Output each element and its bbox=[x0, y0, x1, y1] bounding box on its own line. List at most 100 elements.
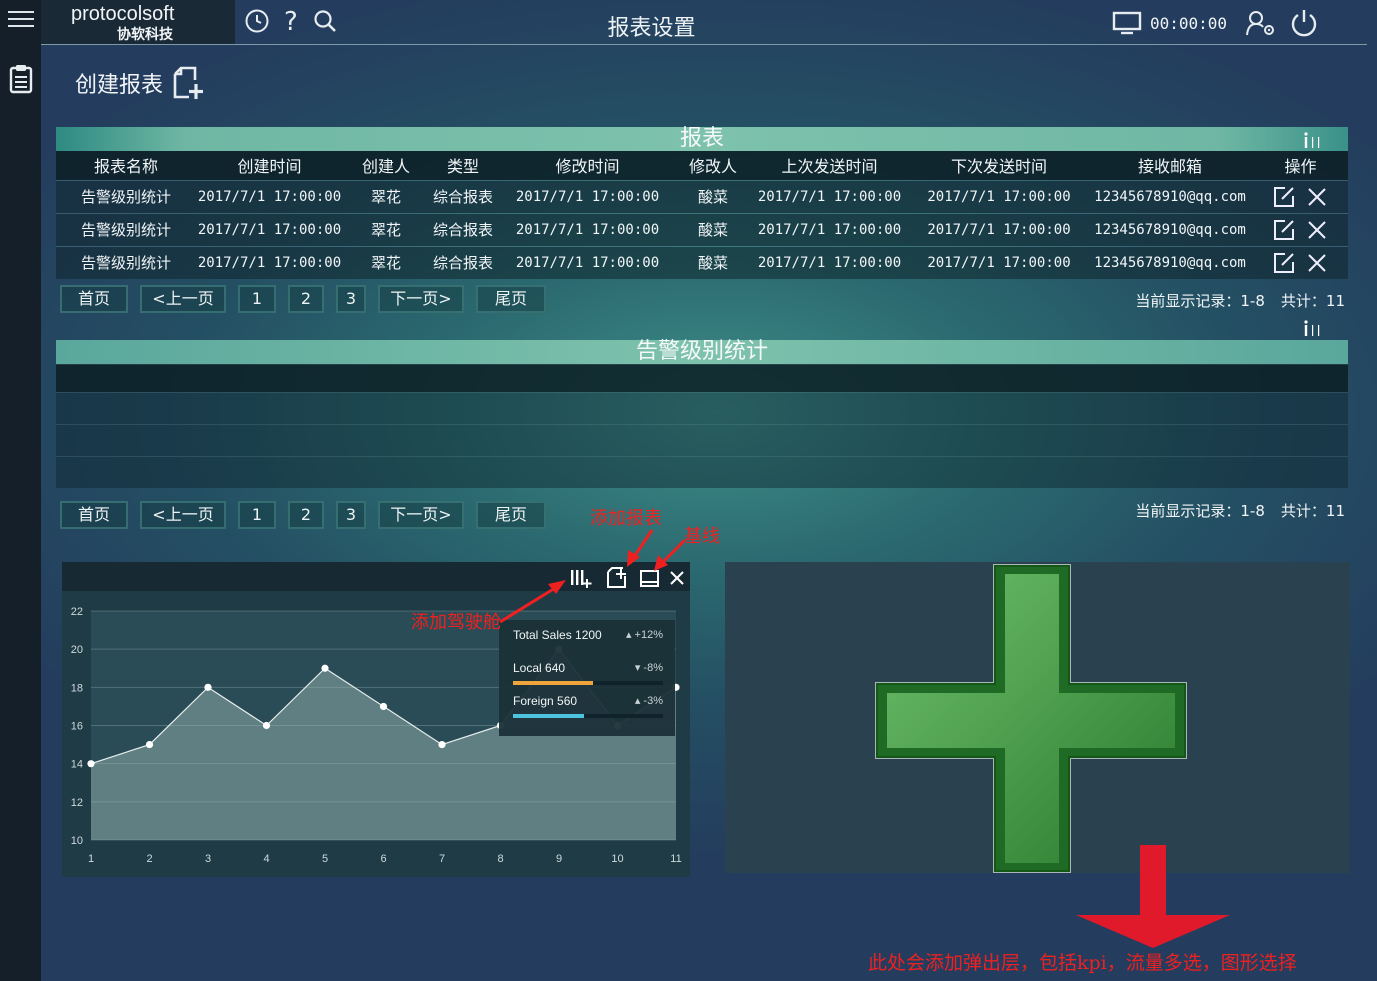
page-1-button[interactable]: 1 bbox=[238, 285, 276, 313]
total-records: 共计：11 bbox=[1280, 292, 1345, 310]
x-tick-label: 3 bbox=[205, 853, 211, 865]
edit-icon[interactable] bbox=[1273, 219, 1295, 241]
power-icon[interactable] bbox=[1289, 8, 1319, 38]
edit-icon[interactable] bbox=[1273, 252, 1295, 274]
user-settings-icon[interactable] bbox=[1245, 9, 1277, 37]
cell-actions bbox=[1253, 179, 1348, 213]
col-modified-time[interactable]: 修改时间 bbox=[497, 151, 678, 180]
cell-email: 12345678910@qq.com bbox=[1087, 179, 1253, 213]
tooltip-bar-fill bbox=[513, 714, 584, 718]
app-title: 报表设置 bbox=[607, 16, 696, 41]
col-type[interactable]: 类型 bbox=[429, 151, 497, 180]
x-tick-label: 7 bbox=[439, 853, 445, 865]
cell-last-sent: 2017/7/1 17:00:00 bbox=[748, 245, 911, 279]
prev-page-button[interactable]: <上一页 bbox=[140, 501, 226, 529]
page-3-button[interactable]: 3 bbox=[336, 285, 366, 313]
data-point bbox=[204, 683, 212, 691]
col-created-time[interactable]: 创建时间 bbox=[196, 151, 343, 180]
tooltip-bar-fill bbox=[513, 681, 593, 685]
table-row[interactable]: 告警级别统计 2017/7/1 17:00:00 翠花 综合报表 2017/7/… bbox=[56, 212, 1348, 246]
page-2-button[interactable]: 2 bbox=[288, 501, 324, 529]
data-point bbox=[321, 664, 329, 672]
column-settings-icon[interactable] bbox=[1304, 132, 1322, 148]
tooltip-row: Foreign 560 ▴ -3% bbox=[513, 692, 663, 722]
current-records: 当前显示记录：1-8 bbox=[1135, 502, 1265, 520]
record-info: 当前显示记录：1-8 共计：11 bbox=[1119, 500, 1345, 521]
page-2-button[interactable]: 2 bbox=[288, 285, 324, 313]
cell-email: 12345678910@qq.com bbox=[1087, 212, 1253, 246]
edit-icon[interactable] bbox=[1273, 186, 1295, 208]
first-page-button[interactable]: 首页 bbox=[60, 501, 128, 529]
col-report-name[interactable]: 报表名称 bbox=[56, 151, 196, 180]
last-page-button[interactable]: 尾页 bbox=[476, 501, 546, 529]
x-tick-label: 10 bbox=[611, 853, 623, 865]
add-widget-placeholder[interactable] bbox=[725, 562, 1350, 873]
data-point bbox=[438, 740, 446, 749]
y-tick-label: 20 bbox=[71, 644, 83, 656]
delete-icon[interactable] bbox=[1306, 252, 1328, 274]
chart-toolbar bbox=[62, 562, 690, 591]
next-page-button[interactable]: 下一页> bbox=[378, 285, 464, 313]
cell-creator: 翠花 bbox=[343, 245, 429, 279]
tooltip-label: Local 640 bbox=[513, 661, 566, 675]
y-tick-label: 18 bbox=[71, 682, 83, 694]
table-row[interactable] bbox=[56, 392, 1348, 424]
column-settings-icon[interactable] bbox=[1304, 320, 1322, 336]
alarm-stats-table-title: 告警级别统计 bbox=[56, 340, 1348, 364]
create-report-add-icon[interactable] bbox=[171, 66, 205, 100]
y-tick-label: 22 bbox=[71, 606, 83, 618]
table-row[interactable] bbox=[56, 424, 1348, 456]
report-table-title: 报表 bbox=[56, 127, 1348, 151]
tooltip-label: Foreign 560 bbox=[513, 694, 578, 708]
cell-email: 12345678910@qq.com bbox=[1087, 245, 1253, 279]
delete-icon[interactable] bbox=[1306, 186, 1328, 208]
delete-icon[interactable] bbox=[1306, 219, 1328, 241]
clipboard-icon[interactable] bbox=[8, 64, 34, 94]
add-report-icon[interactable] bbox=[606, 567, 628, 589]
total-records: 共计：11 bbox=[1280, 502, 1345, 520]
table-row[interactable]: 告警级别统计 2017/7/1 17:00:00 翠花 综合报表 2017/7/… bbox=[56, 179, 1348, 213]
col-modifier[interactable]: 修改人 bbox=[678, 151, 748, 180]
pagination: 首页 <上一页 1 2 3 下一页> 尾页 bbox=[60, 501, 546, 529]
pagination: 首页 <上一页 1 2 3 下一页> 尾页 bbox=[60, 285, 546, 313]
col-last-sent[interactable]: 上次发送时间 bbox=[748, 151, 911, 180]
alarm-stats-table bbox=[56, 364, 1348, 488]
x-tick-label: 11 bbox=[670, 853, 681, 865]
cell-last-sent: 2017/7/1 17:00:00 bbox=[748, 212, 911, 246]
table-row[interactable]: 告警级别统计 2017/7/1 17:00:00 翠花 综合报表 2017/7/… bbox=[56, 245, 1348, 279]
tooltip-row: Total Sales 1200 ▴ +12% bbox=[513, 626, 663, 656]
annotation-add-report: 添加报表 bbox=[590, 508, 662, 529]
left-sidebar bbox=[0, 0, 41, 981]
next-page-button[interactable]: 下一页> bbox=[378, 501, 464, 529]
page-1-button[interactable]: 1 bbox=[238, 501, 276, 529]
col-next-send[interactable]: 下次发送时间 bbox=[911, 151, 1087, 180]
close-icon[interactable] bbox=[666, 567, 688, 589]
cell-next-send: 2017/7/1 17:00:00 bbox=[911, 212, 1087, 246]
y-tick-label: 14 bbox=[71, 759, 83, 771]
annotation-baseline: 基线 bbox=[684, 526, 720, 547]
cell-type: 综合报表 bbox=[429, 179, 497, 213]
cell-actions bbox=[1253, 212, 1348, 246]
cell-next-send: 2017/7/1 17:00:00 bbox=[911, 179, 1087, 213]
baseline-icon[interactable] bbox=[639, 567, 661, 589]
page-3-button[interactable]: 3 bbox=[336, 501, 366, 529]
prev-page-button[interactable]: <上一页 bbox=[140, 285, 226, 313]
monitor-icon[interactable] bbox=[1112, 10, 1142, 36]
col-recipient-email[interactable]: 接收邮箱 bbox=[1087, 151, 1253, 180]
clock-display: 00:00:00 bbox=[1150, 13, 1228, 33]
cell-modified-time: 2017/7/1 17:00:00 bbox=[497, 179, 678, 213]
table-row[interactable] bbox=[56, 456, 1348, 488]
x-tick-label: 5 bbox=[322, 853, 328, 865]
col-creator[interactable]: 创建人 bbox=[343, 151, 429, 180]
last-page-button[interactable]: 尾页 bbox=[476, 285, 546, 313]
first-page-button[interactable]: 首页 bbox=[60, 285, 128, 313]
data-point bbox=[145, 740, 154, 749]
cell-created-time: 2017/7/1 17:00:00 bbox=[196, 245, 343, 279]
cell-next-send: 2017/7/1 17:00:00 bbox=[911, 245, 1087, 279]
add-cockpit-icon[interactable] bbox=[570, 567, 592, 589]
col-actions: 操作 bbox=[1253, 151, 1348, 180]
cell-modifier: 酸菜 bbox=[678, 245, 748, 279]
tooltip-bar-track bbox=[513, 714, 663, 718]
cell-report-name: 告警级别统计 bbox=[56, 179, 196, 213]
add-widget-plus-icon[interactable] bbox=[725, 562, 1350, 873]
